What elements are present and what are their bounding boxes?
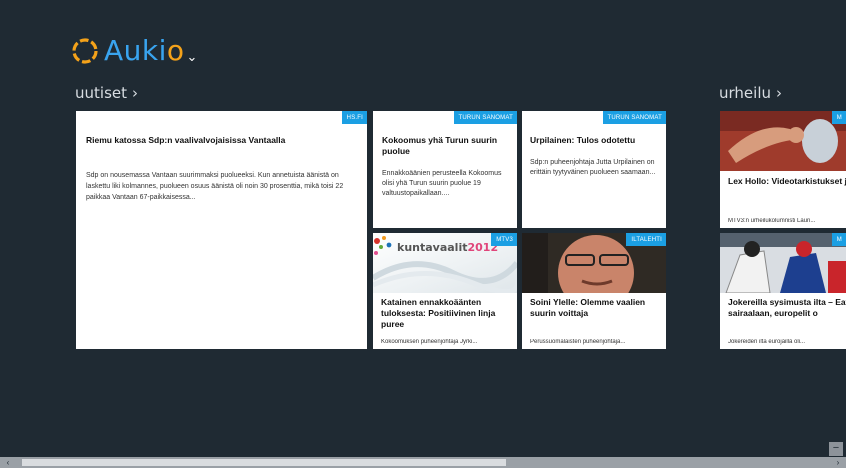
- tile-foot: Perussuomalaisten puheenjohtaja...: [530, 339, 626, 345]
- horizontal-scrollbar[interactable]: ‹ ›: [0, 457, 846, 468]
- source-badge: M: [831, 111, 846, 124]
- section-header-uutiset[interactable]: uutiset ›: [75, 84, 138, 102]
- tile-foot: Kokoomuksen puheenjohtaja Jyrki...: [381, 339, 478, 345]
- section-header-urheilu[interactable]: urheilu ›: [719, 84, 782, 102]
- chevron-right-icon: ›: [132, 84, 138, 102]
- zoom-out-button[interactable]: −: [829, 442, 843, 456]
- tile-title: Soini Ylelle: Olemme vaalien suurin voit…: [530, 297, 646, 318]
- news-tile-soini[interactable]: ILTALEHTI Soini Ylelle: Olemme vaalien s…: [522, 233, 666, 349]
- news-tile-jokerit[interactable]: M Jokereilla sysimusta ilta – Eaves sair…: [720, 233, 846, 349]
- news-tile-riemu[interactable]: HS.FI Riemu katossa Sdp:n vaalivalvojais…: [76, 111, 367, 349]
- tile-foot: MTV3:n urheilukolumnisti Lauri...: [728, 218, 816, 224]
- tile-body: Ennakkoäänien perusteella Kokoomus olisi…: [382, 170, 502, 197]
- hollo-photo: [720, 111, 846, 171]
- tile-title: Urpilainen: Tulos odotettu: [530, 135, 636, 145]
- kuntavaalit-logo-text: kuntavaalit2012: [397, 241, 499, 254]
- news-tile-hollo[interactable]: M Lex Hollo: Videotarkistukset jalkapall…: [720, 111, 846, 228]
- scroll-left-icon[interactable]: ‹: [2, 457, 14, 468]
- scroll-right-icon[interactable]: ›: [832, 457, 844, 468]
- tile-title: Katainen ennakkoäänten tuloksesta: Posit…: [381, 297, 496, 329]
- jokerit-photo: [720, 233, 846, 293]
- source-badge: TURUN SANOMAT: [453, 111, 517, 124]
- source-badge: TURUN SANOMAT: [602, 111, 666, 124]
- tile-title: Jokereilla sysimusta ilta – Eaves sairaa…: [728, 297, 846, 318]
- news-tile-katainen[interactable]: kuntavaalit2012 MTV3 Katainen ennakkoään…: [373, 233, 517, 349]
- news-tile-kokoomus[interactable]: TURUN SANOMAT Kokoomus yhä Turun suurin …: [373, 111, 517, 228]
- scrollbar-thumb[interactable]: [22, 459, 506, 466]
- hockey-players-image-icon: [720, 233, 846, 293]
- source-badge: ILTALEHTI: [626, 233, 666, 246]
- chevron-right-icon: ›: [776, 84, 782, 102]
- logo-ring-icon: [72, 38, 98, 64]
- tile-title: Lex Hollo: Videotarkistukset jalkapalloo…: [728, 176, 846, 186]
- tile-body: Sdp:n puheenjohtaja Jutta Urpilainen on …: [530, 159, 656, 176]
- tile-title: Kokoomus yhä Turun suurin puolue: [382, 135, 498, 156]
- source-badge: HS.FI: [341, 111, 367, 124]
- source-badge: M: [831, 233, 846, 246]
- tile-body: Sdp on nousemassa Vantaan suurimmaksi pu…: [86, 172, 344, 201]
- football-player-image-icon: [720, 111, 846, 171]
- tile-foot: Jokereiden ilta eurojäillä oli...: [728, 339, 806, 345]
- news-tile-urpilainen[interactable]: TURUN SANOMAT Urpilainen: Tulos odotettu…: [522, 111, 666, 228]
- tile-title: Riemu katossa Sdp:n vaalivalvojaisissa V…: [86, 135, 286, 145]
- source-badge: MTV3: [491, 233, 517, 246]
- logo-text: Aukio: [104, 34, 185, 67]
- menu-caret-icon[interactable]: ⌄: [187, 49, 198, 65]
- app-logo[interactable]: Aukio ⌄: [70, 33, 197, 69]
